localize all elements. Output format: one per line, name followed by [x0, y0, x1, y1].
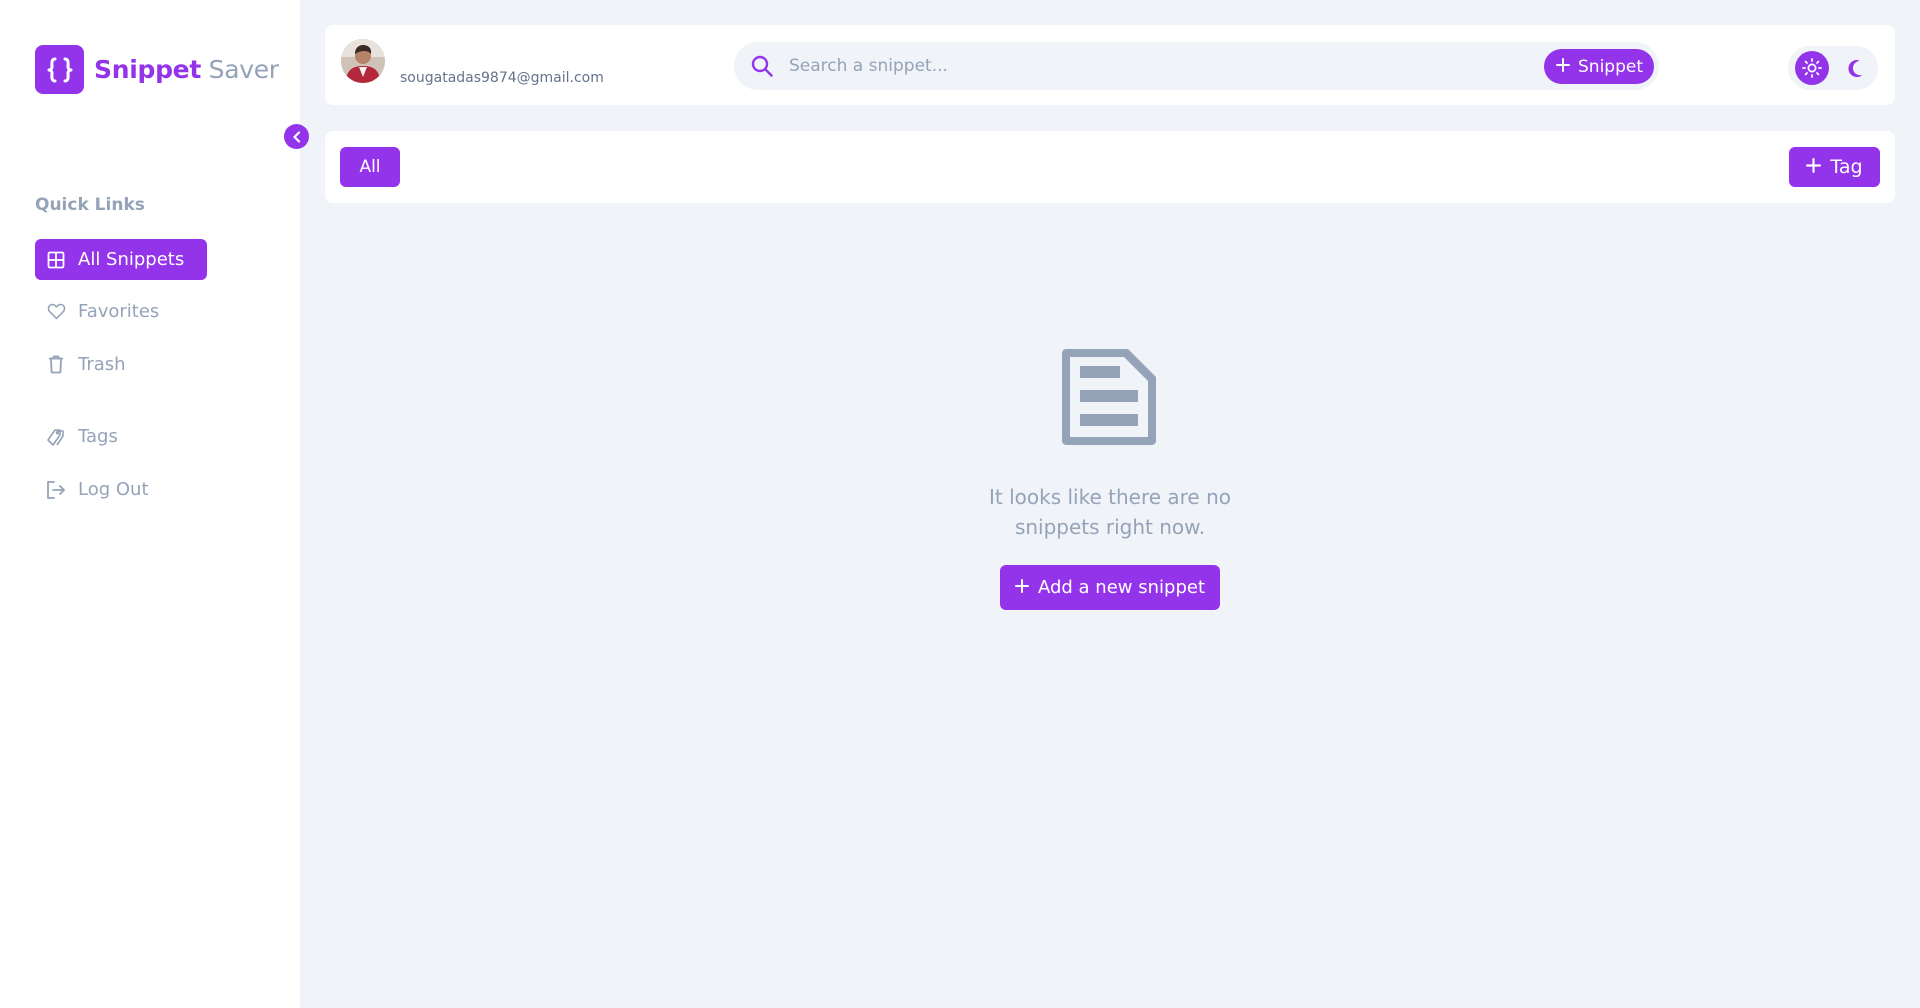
sidebar-item-label: Log Out	[78, 479, 149, 500]
tag-all-button[interactable]: All	[340, 147, 400, 187]
collapse-sidebar-button[interactable]	[284, 124, 309, 149]
search-input[interactable]	[789, 50, 1489, 82]
sun-icon	[1802, 58, 1822, 78]
add-new-snippet-label: Add a new snippet	[1037, 577, 1206, 598]
app-title-light: Saver	[208, 55, 279, 84]
sidebar-item-label: All Snippets	[78, 249, 185, 270]
app-title-bold: Snippet	[94, 55, 201, 84]
search-icon	[750, 54, 774, 82]
top-bar: sougatadas9874@gmail.com Snippet	[325, 25, 1895, 105]
curly-braces-icon	[35, 45, 84, 94]
empty-message-line-2: snippets right now.	[1014, 515, 1206, 539]
logout-icon	[46, 480, 66, 500]
trash-icon	[46, 355, 66, 375]
sidebar-item-label: Trash	[78, 354, 126, 375]
empty-state-message: It looks like there are no snippets righ…	[960, 482, 1260, 542]
add-tag-button[interactable]: Tag	[1789, 147, 1880, 187]
light-mode-button[interactable]	[1795, 51, 1829, 85]
chevron-left-icon	[292, 130, 300, 143]
add-snippet-button[interactable]: Snippet	[1544, 49, 1654, 84]
dark-mode-button[interactable]	[1843, 55, 1869, 81]
sidebar-item-favorites[interactable]: Favorites	[35, 291, 159, 332]
sidebar-item-label: Tags	[78, 426, 118, 447]
add-tag-label: Tag	[1830, 156, 1863, 178]
app-logo[interactable]: Snippet Saver	[35, 45, 279, 94]
sidebar-item-logout[interactable]: Log Out	[35, 469, 149, 510]
document-icon	[1056, 343, 1162, 453]
plus-icon	[1556, 57, 1570, 77]
tag-filter-bar: All Tag	[325, 131, 1895, 203]
grid-icon	[46, 250, 66, 270]
sidebar-item-label: Favorites	[78, 301, 160, 322]
heart-icon	[46, 302, 66, 322]
quick-links-title: Quick Links	[35, 195, 145, 215]
app-title: Snippet Saver	[94, 55, 279, 84]
search-bar: Snippet	[734, 42, 1659, 90]
sidebar-item-tags[interactable]: Tags	[35, 416, 118, 457]
add-snippet-label: Snippet	[1578, 56, 1643, 77]
sidebar-item-trash[interactable]: Trash	[35, 344, 126, 385]
theme-toggle	[1788, 46, 1878, 90]
user-email: sougatadas9874@gmail.com	[400, 70, 604, 86]
add-new-snippet-button[interactable]: Add a new snippet	[1000, 565, 1220, 610]
avatar[interactable]	[341, 39, 385, 83]
tags-icon	[46, 427, 66, 447]
moon-icon	[1847, 59, 1862, 77]
plus-icon	[1806, 156, 1822, 178]
empty-message-line-1: It looks like there are no	[988, 485, 1231, 509]
sidebar-item-all-snippets[interactable]: All Snippets	[35, 239, 207, 280]
sidebar: Snippet Saver Quick Links All Snippets F…	[0, 0, 300, 1008]
plus-icon	[1014, 577, 1029, 598]
